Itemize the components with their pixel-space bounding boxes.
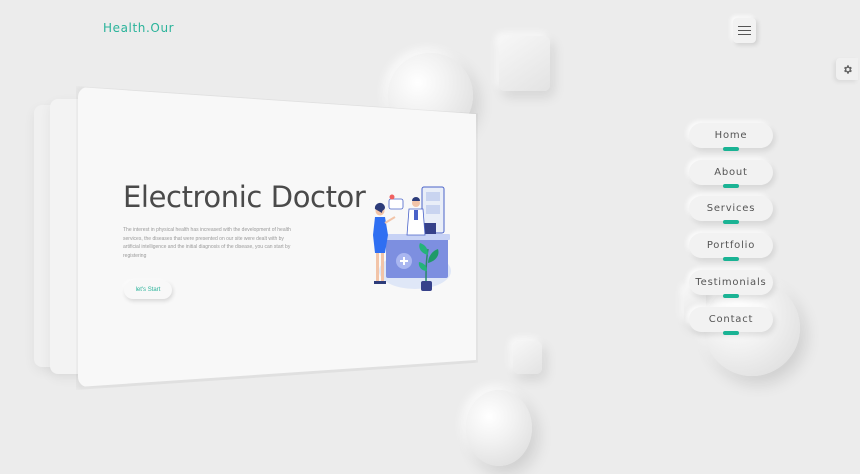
hamburger-icon xyxy=(738,26,751,27)
nav-item-accent xyxy=(723,257,739,261)
hamburger-line xyxy=(738,30,751,31)
lets-start-button[interactable]: let's Start xyxy=(124,281,172,299)
nav-item-accent xyxy=(723,147,739,151)
nav-item-label: Home xyxy=(714,130,748,141)
nav-item-accent xyxy=(723,220,739,224)
gear-icon xyxy=(843,64,852,74)
menu-toggle-button[interactable] xyxy=(733,18,756,43)
nav-item-accent xyxy=(723,294,739,298)
nav-item-accent xyxy=(723,184,739,188)
brand-logo[interactable]: Health.Our xyxy=(103,21,174,35)
hero-title: Electronic Doctor xyxy=(123,180,366,214)
hamburger-line xyxy=(738,34,751,35)
nav-item-about[interactable]: About xyxy=(689,160,773,188)
nav-item-label: Portfolio xyxy=(706,240,756,251)
nav-item-home[interactable]: Home xyxy=(689,123,773,151)
nav-item-label: Contact xyxy=(708,314,754,325)
nav-item-services[interactable]: Services xyxy=(689,196,773,224)
nav-item-label: About xyxy=(714,167,748,178)
settings-button[interactable] xyxy=(836,58,858,80)
nav-item-testimonials[interactable]: Testimonials xyxy=(689,270,773,298)
nav-item-contact[interactable]: Contact xyxy=(689,307,773,335)
nav-item-label: Testimonials xyxy=(695,277,767,288)
doctor-patient-illustration xyxy=(373,186,451,291)
decor-sphere-bottom xyxy=(466,390,532,466)
nav-item-portfolio[interactable]: Portfolio xyxy=(689,233,773,261)
hero-description: The interest in physical health has incr… xyxy=(123,227,291,259)
decor-cube-top xyxy=(499,36,550,91)
decor-cube-bottom xyxy=(513,341,542,374)
nav-item-label: Services xyxy=(706,203,756,214)
nav-item-accent xyxy=(723,331,739,335)
